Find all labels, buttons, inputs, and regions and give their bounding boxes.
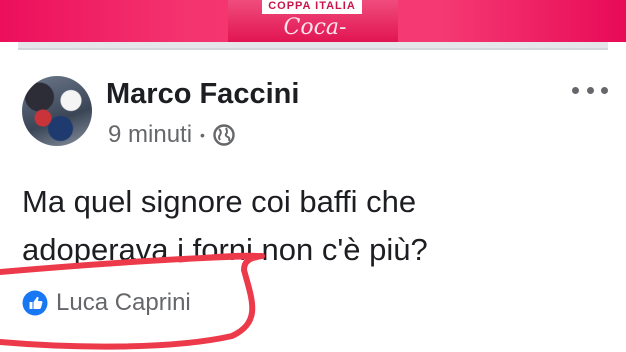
- reactions-bar[interactable]: Luca Caprini: [22, 286, 191, 320]
- post-text-line-1: Ma quel signore coi baffi che: [22, 184, 417, 219]
- more-options-icon[interactable]: [572, 76, 608, 104]
- banner-top-text: COPPA ITALIA: [262, 0, 362, 14]
- feed-divider: [18, 42, 608, 50]
- meta-separator: •: [200, 127, 205, 143]
- post-meta: 9 minuti •: [108, 118, 235, 152]
- globe-icon[interactable]: [213, 124, 235, 146]
- post-text-line-2: adoperava i forni non c'è più?: [22, 232, 428, 267]
- header-banner: COPPA ITALIA Coca-Cola: [0, 0, 626, 42]
- reaction-name[interactable]: Luca Caprini: [56, 289, 191, 317]
- like-icon: [22, 290, 48, 316]
- author-name[interactable]: Marco Faccini: [106, 76, 299, 112]
- banner-logo: Coca-Cola: [283, 15, 347, 40]
- author-avatar[interactable]: [22, 76, 92, 146]
- post-text: Ma quel signore coi baffi che adoperava …: [22, 178, 602, 274]
- post-time[interactable]: 9 minuti: [108, 121, 192, 149]
